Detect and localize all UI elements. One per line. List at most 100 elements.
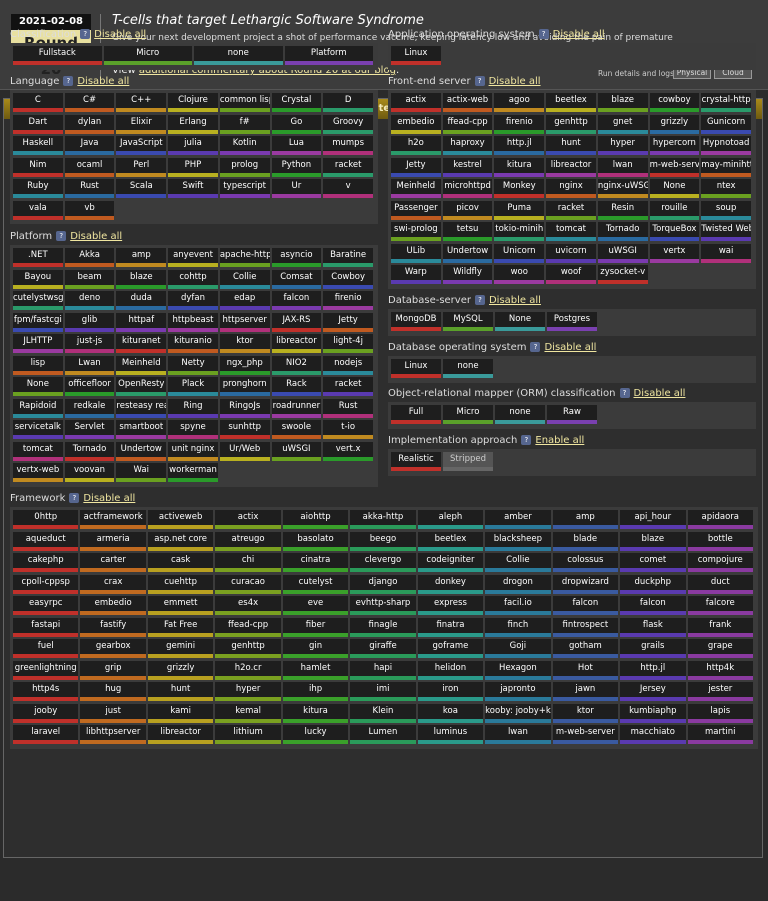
- frontend-option[interactable]: agoo: [494, 93, 545, 112]
- platform-option[interactable]: Collie: [219, 269, 270, 289]
- platform-option[interactable]: glib: [64, 312, 115, 332]
- framework-option[interactable]: fiber: [282, 617, 349, 637]
- dbos-toggle-all-link[interactable]: Disable all: [544, 342, 596, 353]
- framework-option[interactable]: facil.io: [485, 596, 551, 615]
- os-option[interactable]: Linux: [391, 46, 441, 65]
- framework-option[interactable]: kooby: jooby+ko: [485, 703, 551, 723]
- framework-option[interactable]: kami: [147, 703, 214, 723]
- frontend-toggle-all-link[interactable]: Disable all: [489, 76, 541, 87]
- framework-option[interactable]: akka-http: [350, 510, 416, 529]
- language-option[interactable]: dylan: [64, 114, 115, 134]
- language-option[interactable]: common lisp: [219, 93, 270, 112]
- framework-option[interactable]: lapis: [687, 703, 753, 723]
- frontend-option[interactable]: nginx: [546, 179, 596, 198]
- platform-option[interactable]: Servlet: [64, 420, 115, 439]
- dbserver-option[interactable]: MySQL: [443, 312, 493, 331]
- framework-option[interactable]: blacksheep: [485, 531, 551, 551]
- framework-option[interactable]: Fat Free: [147, 617, 214, 637]
- language-option[interactable]: Nim: [13, 157, 63, 177]
- platform-option[interactable]: asyncio: [271, 248, 322, 267]
- language-option[interactable]: Clojure: [168, 93, 218, 112]
- frontend-option[interactable]: tetsu: [442, 222, 493, 241]
- orm-option[interactable]: none: [495, 405, 545, 424]
- framework-option[interactable]: grip: [80, 660, 146, 680]
- platform-option[interactable]: Jetty: [323, 312, 373, 332]
- framework-option[interactable]: api_hour: [620, 510, 686, 529]
- frontend-option[interactable]: swi-prolog: [391, 222, 441, 241]
- platform-option[interactable]: Rack: [271, 377, 322, 396]
- framework-option[interactable]: japronto: [485, 682, 551, 701]
- framework-option[interactable]: emmett: [147, 596, 214, 615]
- frontend-option[interactable]: soup: [701, 200, 751, 220]
- framework-option[interactable]: martini: [687, 725, 753, 744]
- framework-option[interactable]: hunt: [147, 682, 214, 701]
- frontend-option[interactable]: h2o: [391, 136, 441, 155]
- platform-option[interactable]: .NET: [13, 248, 63, 267]
- framework-option[interactable]: cpoll-cppsp: [13, 574, 79, 594]
- language-option[interactable]: Groovy: [323, 114, 373, 134]
- platform-option[interactable]: uWSGI: [271, 441, 322, 461]
- framework-option[interactable]: armeria: [80, 531, 146, 551]
- dbos-option[interactable]: Linux: [391, 359, 441, 378]
- language-option[interactable]: Lua: [271, 136, 322, 155]
- framework-option[interactable]: crax: [80, 574, 146, 594]
- framework-option[interactable]: jawn: [552, 682, 619, 701]
- framework-option[interactable]: cask: [147, 553, 214, 572]
- frontend-option[interactable]: kestrel: [442, 157, 493, 177]
- framework-option[interactable]: compojure: [687, 553, 753, 572]
- platform-option[interactable]: amp: [116, 248, 167, 267]
- frontend-option[interactable]: lwan: [597, 157, 648, 177]
- frontend-option[interactable]: uvicorn: [546, 243, 596, 263]
- platform-option[interactable]: spyne: [168, 420, 218, 439]
- language-option[interactable]: Elixir: [116, 114, 167, 134]
- framework-option[interactable]: basolato: [282, 531, 349, 551]
- frontend-option[interactable]: Puma: [494, 200, 545, 220]
- platform-option[interactable]: RingoJs: [219, 398, 270, 418]
- language-option[interactable]: Ruby: [13, 179, 63, 198]
- frontend-option[interactable]: tomcat: [546, 222, 596, 241]
- platform-option[interactable]: httpbeast: [168, 312, 218, 332]
- framework-option[interactable]: 0http: [13, 510, 79, 529]
- impl-option[interactable]: Realistic: [391, 452, 441, 471]
- framework-option[interactable]: aleph: [417, 510, 484, 529]
- frontend-option[interactable]: TorqueBox: [649, 222, 700, 241]
- framework-option[interactable]: eve: [282, 596, 349, 615]
- framework-option[interactable]: actix: [215, 510, 281, 529]
- frontend-option[interactable]: ntex: [701, 179, 751, 198]
- frontend-option[interactable]: Warp: [391, 265, 441, 284]
- platform-option[interactable]: edap: [219, 291, 270, 310]
- help-icon[interactable]: ?: [474, 76, 485, 86]
- frontend-option[interactable]: ULib: [391, 243, 441, 263]
- framework-option[interactable]: falcore: [687, 596, 753, 615]
- frontend-option[interactable]: http.jl: [494, 136, 545, 155]
- language-option[interactable]: C: [13, 93, 63, 112]
- framework-option[interactable]: finch: [485, 617, 551, 637]
- framework-option[interactable]: iron: [417, 682, 484, 701]
- framework-option[interactable]: hamlet: [282, 660, 349, 680]
- platform-option[interactable]: Cowboy: [323, 269, 373, 289]
- framework-option[interactable]: gin: [282, 639, 349, 658]
- frontend-option[interactable]: Passenger: [391, 200, 441, 220]
- framework-option[interactable]: finatra: [417, 617, 484, 637]
- framework-option[interactable]: imi: [350, 682, 416, 701]
- framework-option[interactable]: frank: [687, 617, 753, 637]
- framework-option[interactable]: asp.net core: [147, 531, 214, 551]
- platform-option[interactable]: NIO2: [271, 355, 322, 375]
- frontend-option[interactable]: wai: [701, 243, 751, 263]
- framework-option[interactable]: cutelyst: [282, 574, 349, 594]
- platform-option[interactable]: deno: [64, 291, 115, 310]
- framework-option[interactable]: cuehttp: [147, 574, 214, 594]
- help-icon[interactable]: ?: [69, 493, 80, 503]
- language-option[interactable]: C++: [116, 93, 167, 112]
- framework-option[interactable]: kumbiaphp: [620, 703, 686, 723]
- framework-option[interactable]: dropwizard: [552, 574, 619, 594]
- language-option[interactable]: Erlang: [168, 114, 218, 134]
- platform-option[interactable]: kituranet: [116, 334, 167, 353]
- language-option[interactable]: Rust: [64, 179, 115, 198]
- frontend-option[interactable]: Tornado: [597, 222, 648, 241]
- framework-option[interactable]: chi: [215, 553, 281, 572]
- platform-option[interactable]: t-io: [323, 420, 373, 439]
- framework-option[interactable]: goframe: [417, 639, 484, 658]
- framework-option[interactable]: falcon: [620, 596, 686, 615]
- framework-option[interactable]: amp: [552, 510, 619, 529]
